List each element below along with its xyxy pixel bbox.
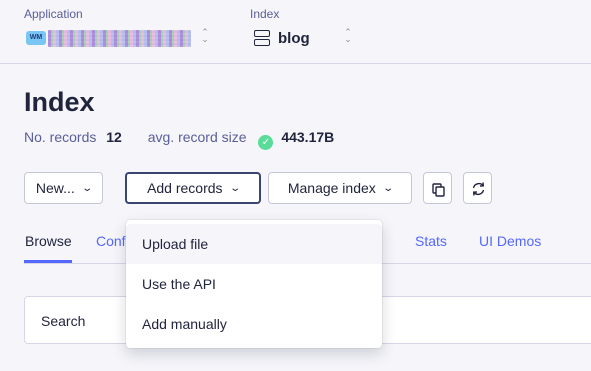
copy-icon	[432, 183, 445, 197]
top-bar: Application WM ⌃ ⌄ Index blog ⌃ ⌄	[0, 0, 591, 64]
records-value: 12	[106, 129, 122, 145]
tab-browse[interactable]: Browse	[25, 233, 72, 249]
refresh-button[interactable]	[463, 172, 492, 204]
search-label: Search	[41, 313, 86, 329]
check-circle-icon: ✓	[258, 135, 274, 150]
page-title: Index	[24, 87, 95, 117]
chevron-up-down-icon: ⌃ ⌄	[344, 27, 352, 44]
index-label: Index	[250, 7, 280, 21]
tab-configuration[interactable]: Conf	[96, 233, 126, 249]
copy-index-button[interactable]	[423, 172, 452, 204]
chevron-up-down-icon: ⌃ ⌄	[201, 27, 209, 44]
application-label: Application	[24, 7, 83, 21]
menu-item-add-manually[interactable]: Add manually	[126, 304, 382, 344]
record-size-label: avg. record size	[147, 129, 247, 145]
add-records-label: Add records	[147, 180, 223, 196]
application-name-redacted	[48, 30, 191, 47]
new-button[interactable]: New... ⌄	[24, 172, 103, 204]
manage-index-label: Manage index	[287, 180, 376, 196]
menu-item-upload-file[interactable]: Upload file	[126, 224, 382, 264]
new-button-label: New...	[35, 180, 75, 196]
tab-stats[interactable]: Stats	[415, 233, 447, 249]
index-stats: No. records 12 avg. record size ✓ 443.17…	[24, 129, 356, 150]
app-badge-icon: WM	[26, 31, 46, 45]
refresh-icon	[472, 182, 485, 196]
database-icon	[254, 30, 270, 46]
chevron-down-icon: ⌄	[81, 182, 93, 194]
records-label: No. records	[24, 129, 97, 145]
index-name: blog	[278, 30, 310, 47]
add-records-menu: Upload file Use the API Add manually	[126, 220, 382, 348]
manage-index-button[interactable]: Manage index ⌄	[268, 172, 412, 204]
active-tab-indicator	[24, 260, 72, 263]
add-records-button[interactable]: Add records ⌄	[125, 172, 261, 204]
chevron-down-icon: ⌄	[382, 182, 394, 194]
record-size-value: 443.17B	[281, 129, 335, 145]
tab-ui-demos[interactable]: UI Demos	[479, 233, 541, 249]
menu-item-use-api[interactable]: Use the API	[126, 264, 382, 304]
chevron-down-icon: ⌄	[228, 182, 241, 194]
